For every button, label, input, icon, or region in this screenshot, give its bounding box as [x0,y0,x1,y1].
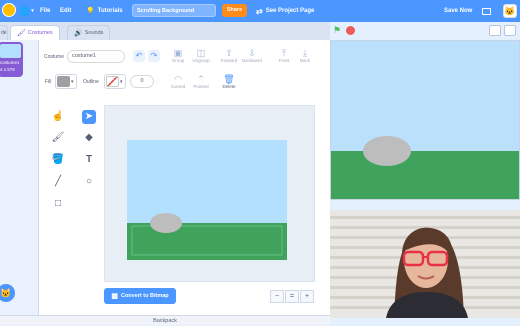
rock-shape [150,213,182,233]
tutorials-button[interactable]: 💡 Tutorials [86,0,123,22]
share-button[interactable]: Share [222,4,247,17]
tab-costumes-label: Costumes [27,30,53,36]
backward-icon: ⇩ [248,48,256,58]
undo-icon[interactable]: ↶ [133,50,145,62]
costume-thumbnail[interactable]: costume1 4 x 578 [0,42,23,77]
redo-icon[interactable]: ↷ [148,50,160,62]
green-flag-icon[interactable]: ⚑ [333,25,341,36]
fill-label: Fill [45,79,52,85]
fill-swatch [57,76,70,87]
folder-icon[interactable] [482,0,491,22]
pointed-icon: ⌃ [197,74,205,84]
fill-color-picker[interactable]: ▾ [55,74,77,89]
costume-label: Costume [44,54,65,60]
speaker-icon: 🔊 [74,30,83,37]
delete-button[interactable]: 🗑 Delete [216,74,242,89]
stage-grass [331,151,519,199]
pointed-label: Pointed [193,84,209,89]
project-page-icon: ⇄ [256,6,263,16]
backpack-bar[interactable]: Backpack [0,315,330,325]
costume-thumbnail-image [0,44,21,58]
zoom-out-button[interactable]: − [270,290,284,303]
costume-thumbnail-size: 4 x 578 [0,67,15,72]
outline-label: Outline [83,79,99,85]
tab-sounds-label: Sounds [84,30,104,36]
stage-canvas[interactable] [330,40,520,200]
outline-swatch [106,76,119,87]
see-project-page-label: See Project Page [265,8,315,14]
account-avatar[interactable]: 🐱 [503,4,517,18]
project-title-input[interactable]: Scrolling Background [132,4,216,17]
large-stage-icon[interactable] [504,25,516,36]
costume-thumbnail-name: costume1 [0,60,20,65]
costume-drawing [127,140,287,260]
tutorials-label: Tutorials [97,8,123,14]
eraser-tool-icon[interactable]: ◆ [82,131,96,145]
outline-width-input[interactable]: 0 [130,75,154,88]
dropdown-arrow-icon: ▾ [71,78,74,85]
zoom-reset-button[interactable]: = [285,290,299,303]
webcam-scene [330,210,520,318]
cat-icon: 🐱 [0,288,12,298]
file-menu[interactable]: File [40,0,50,22]
outline-color-picker[interactable]: ▾ [104,74,126,89]
webcam-video [330,210,520,318]
text-tool-icon[interactable]: T [82,153,96,167]
stage-drawing [331,41,519,199]
pointed-button[interactable]: ⌃ Pointed [188,74,214,89]
brush-tool-icon[interactable]: 🖌 [51,131,65,145]
trash-icon: 🗑 [223,74,235,84]
edit-menu[interactable]: Edit [60,0,71,22]
convert-label: Convert to Bitmap [120,293,169,299]
ungroup-label: Ungroup [192,58,210,63]
convert-to-bitmap-button[interactable]: ▦ Convert to Bitmap [104,288,176,304]
save-now-button[interactable]: Save Now [444,0,472,22]
circle-tool-icon[interactable]: ○ [82,175,96,189]
see-project-page-button[interactable]: ⇄ See Project Page [256,0,314,22]
scratch-logo[interactable] [2,3,16,17]
bitmap-icon: ▦ [111,293,118,300]
backward-button[interactable]: ⇩ Backward [239,48,265,63]
ungroup-icon: ◫ [196,48,206,58]
paint-canvas[interactable] [104,105,315,282]
tab-code[interactable]: de [0,25,8,40]
back-button[interactable]: ⤓ Back [292,48,318,63]
back-label: Back [299,58,310,63]
grass-shape [127,223,287,260]
costume-name-input[interactable]: costume1 [67,50,125,63]
stage-rock [363,136,411,166]
ungroup-button[interactable]: ◫ Ungroup [188,48,214,63]
delete-label: Delete [222,84,236,89]
back-icon: ⤓ [303,48,307,58]
lightbulb-icon: 💡 [86,8,95,15]
dropdown-arrow-icon: ▾ [120,78,123,85]
small-stage-icon[interactable] [489,25,501,36]
zoom-in-button[interactable]: + [300,290,314,303]
line-tool-icon[interactable]: ╱ [51,175,65,189]
backward-label: Backward [242,58,262,63]
globe-icon[interactable]: 🌐 ▾ [19,0,34,22]
rectangle-tool-icon[interactable]: □ [51,197,65,211]
stop-icon[interactable] [346,26,355,35]
fill-tool-icon[interactable]: 🪣 [51,153,65,167]
tab-costumes[interactable]: 🖌 Costumes [10,25,60,40]
reshape-tool-icon[interactable]: ➤ [82,110,96,124]
tab-sounds[interactable]: 🔊 Sounds [67,25,111,40]
select-tool-icon[interactable]: ☝ [51,110,65,124]
costume-list [0,40,39,315]
brush-icon: 🖌 [17,30,26,37]
